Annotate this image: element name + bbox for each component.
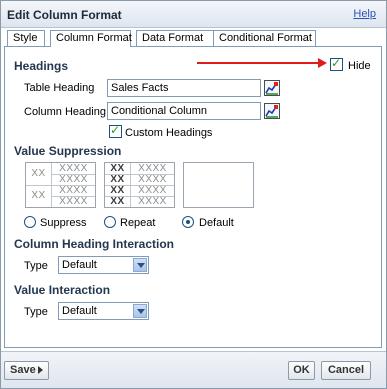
- repeat-radio[interactable]: [104, 216, 116, 228]
- chevron-right-icon: [38, 366, 43, 374]
- column-heading-label: Column Heading: [24, 106, 106, 118]
- column-heading-interaction-title: Column Heading Interaction: [14, 237, 175, 251]
- tab-conditional-format[interactable]: Conditional Format: [213, 30, 316, 46]
- value-suppression-section-title: Value Suppression: [14, 144, 122, 158]
- sample-cell: XX: [110, 163, 125, 174]
- value-type-label: Type: [24, 306, 48, 318]
- column-heading-input[interactable]: Conditional Column: [107, 102, 261, 120]
- select-value: Default: [62, 259, 97, 271]
- custom-headings-checkbox[interactable]: ✓: [109, 123, 122, 138]
- sample-cell: XXXX: [138, 185, 167, 196]
- sample-cell: XXXX: [138, 196, 167, 207]
- ok-button[interactable]: OK: [288, 361, 315, 380]
- select-value: Default: [62, 305, 97, 317]
- checkmark-icon: ✓: [110, 123, 121, 137]
- column-format-panel: Headings ✓ Hide Table Heading Sales Fact…: [4, 46, 382, 348]
- sample-cell: XXXX: [59, 163, 88, 174]
- checkmark-icon: ✓: [331, 56, 342, 70]
- sample-cell: XX: [31, 168, 46, 179]
- sample-cell: XXXX: [59, 185, 88, 196]
- sample-cell: XX: [110, 196, 125, 207]
- tab-data-format[interactable]: Data Format: [136, 30, 214, 46]
- tab-column-format[interactable]: Column Format: [50, 30, 132, 47]
- sample-cell: XXXX: [138, 163, 167, 174]
- sample-cell: XX: [110, 174, 125, 185]
- edit-format-icon[interactable]: [264, 80, 280, 96]
- tab-style[interactable]: Style: [7, 30, 45, 46]
- sample-cell: XXXX: [138, 174, 167, 185]
- radio-selected-dot: [186, 220, 190, 224]
- headings-section-title: Headings: [14, 59, 69, 73]
- table-heading-input[interactable]: Sales Facts: [107, 79, 261, 97]
- default-sample-box: [183, 162, 254, 208]
- help-link[interactable]: Help: [353, 8, 376, 20]
- sample-cell: XX: [31, 190, 46, 201]
- sample-cell: XXXX: [59, 196, 88, 207]
- column-heading-type-select[interactable]: Default: [58, 256, 149, 274]
- default-label: Default: [199, 217, 234, 229]
- repeat-sample-grid: XX XX XX XX XXXX XXXX XXXX XXXX: [104, 162, 175, 208]
- column-heading-type-label: Type: [24, 260, 48, 272]
- edit-column-format-dialog: Edit Column Format Help Style Column For…: [0, 0, 387, 389]
- edit-format-icon[interactable]: [264, 103, 280, 119]
- save-label: Save: [10, 364, 36, 376]
- table-heading-label: Table Heading: [24, 82, 95, 94]
- hide-checkbox[interactable]: ✓: [330, 56, 343, 71]
- annotation-arrow: [197, 58, 327, 68]
- chevron-down-icon[interactable]: [133, 258, 147, 272]
- sample-cell: XX: [110, 185, 125, 196]
- default-radio[interactable]: [182, 216, 194, 228]
- suppress-sample-grid: XX XX XXXX XXXX XXXX XXXX: [25, 162, 96, 208]
- value-type-select[interactable]: Default: [58, 302, 149, 320]
- value-interaction-title: Value Interaction: [14, 283, 111, 297]
- suppress-label: Suppress: [40, 217, 87, 229]
- save-button[interactable]: Save: [4, 361, 49, 380]
- dialog-title: Edit Column Format: [7, 8, 122, 22]
- dialog-footer: Save OK Cancel: [1, 351, 386, 388]
- custom-headings-label: Custom Headings: [125, 127, 213, 139]
- suppress-radio[interactable]: [24, 216, 36, 228]
- dialog-titlebar: Edit Column Format Help: [1, 1, 386, 28]
- hide-label: Hide: [348, 60, 371, 72]
- repeat-label: Repeat: [120, 217, 156, 229]
- cancel-button[interactable]: Cancel: [321, 361, 371, 380]
- sample-cell: XXXX: [59, 174, 88, 185]
- chevron-down-icon[interactable]: [133, 304, 147, 318]
